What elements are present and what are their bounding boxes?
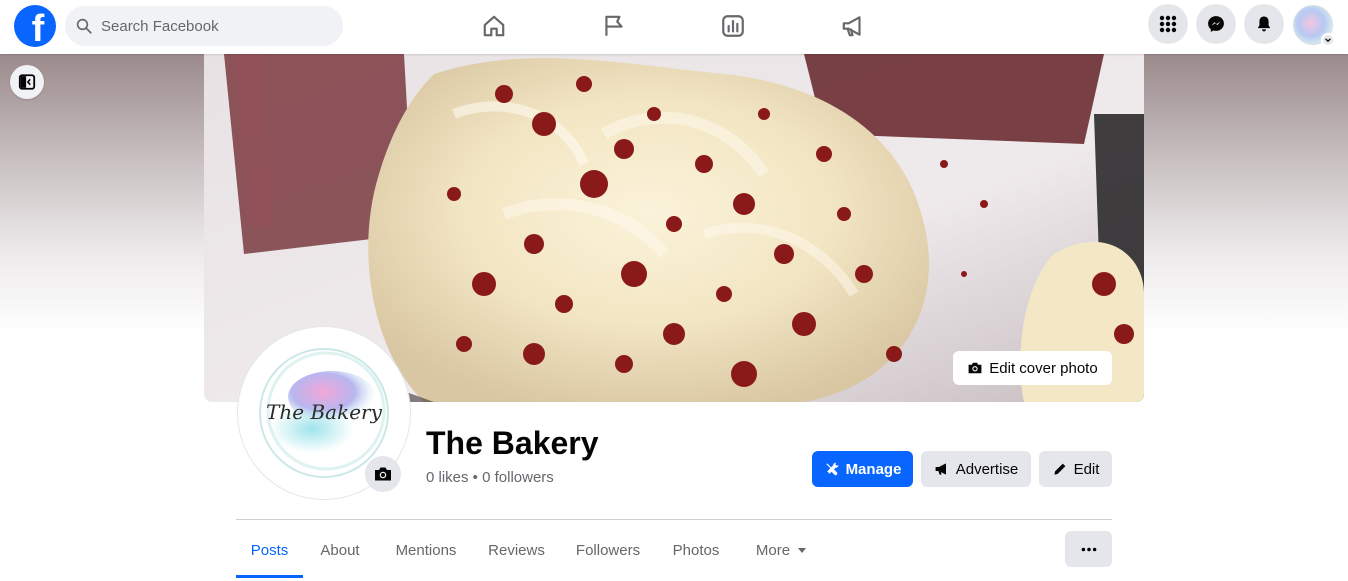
home-icon bbox=[483, 15, 505, 37]
ellipsis-icon bbox=[1081, 547, 1096, 551]
tab-mentions[interactable]: Mentions bbox=[381, 522, 471, 578]
menu-grid-icon bbox=[1159, 15, 1177, 33]
messenger-icon bbox=[1208, 16, 1224, 32]
megaphone-icon bbox=[935, 463, 946, 475]
sidebar-toggle-button[interactable] bbox=[10, 65, 44, 99]
tab-reviews[interactable]: Reviews bbox=[478, 522, 555, 578]
pencil-icon bbox=[1053, 463, 1065, 475]
bell-icon bbox=[1257, 16, 1271, 32]
nav-pages[interactable] bbox=[594, 8, 634, 44]
menu-button[interactable] bbox=[1148, 4, 1188, 44]
page-title: The Bakery bbox=[426, 425, 599, 461]
facebook-logo-letter: f bbox=[31, 8, 45, 47]
update-profile-picture-button[interactable] bbox=[365, 456, 401, 492]
tools-icon bbox=[825, 462, 838, 476]
notifications-button[interactable] bbox=[1244, 4, 1284, 44]
top-navigation-bar: f bbox=[0, 0, 1348, 54]
tab-label: Followers bbox=[575, 541, 641, 559]
bakery-logo-text: The Bakery bbox=[266, 400, 383, 424]
tab-about[interactable]: About bbox=[307, 522, 373, 578]
tab-label: Photos bbox=[672, 541, 720, 559]
account-avatar[interactable] bbox=[1293, 5, 1335, 47]
tab-label: Posts bbox=[250, 541, 289, 559]
advertise-button[interactable]: Advertise bbox=[921, 451, 1031, 487]
profile-divider bbox=[236, 519, 1112, 520]
megaphone-icon bbox=[842, 16, 861, 37]
tab-photos[interactable]: Photos bbox=[661, 522, 731, 578]
edit-cover-photo-button[interactable]: Edit cover photo bbox=[953, 351, 1112, 385]
search-bar[interactable] bbox=[65, 6, 343, 46]
insights-icon bbox=[722, 15, 744, 37]
tab-more[interactable]: More bbox=[740, 522, 824, 578]
manage-label: Manage bbox=[845, 460, 902, 478]
edit-button[interactable]: Edit bbox=[1039, 451, 1112, 487]
page-stats: 0 likes • 0 followers bbox=[426, 469, 554, 486]
edit-cover-photo-label: Edit cover photo bbox=[989, 359, 1098, 377]
facebook-logo[interactable]: f bbox=[14, 5, 56, 47]
camera-icon bbox=[375, 467, 391, 481]
search-input[interactable] bbox=[101, 17, 331, 35]
manage-button[interactable]: Manage bbox=[812, 451, 913, 487]
tab-label: Mentions bbox=[395, 541, 457, 559]
search-icon bbox=[76, 18, 92, 34]
caret-down-icon bbox=[798, 548, 807, 553]
advertise-label: Advertise bbox=[955, 460, 1019, 478]
flag-icon bbox=[605, 15, 623, 36]
tab-label: Reviews bbox=[488, 541, 545, 559]
sidebar-panel-icon bbox=[18, 74, 36, 90]
tab-followers[interactable]: Followers bbox=[564, 522, 652, 578]
camera-icon bbox=[968, 362, 982, 374]
messenger-button[interactable] bbox=[1196, 4, 1236, 44]
nav-insights[interactable] bbox=[713, 8, 753, 44]
tab-posts[interactable]: Posts bbox=[236, 522, 303, 578]
active-tab-indicator bbox=[236, 575, 303, 578]
nav-home[interactable] bbox=[474, 8, 514, 44]
chevron-down-icon bbox=[1321, 33, 1335, 47]
edit-label: Edit bbox=[1073, 460, 1100, 478]
tab-label: About bbox=[320, 541, 360, 559]
more-options-button[interactable] bbox=[1065, 531, 1112, 567]
nav-ads[interactable] bbox=[833, 8, 873, 44]
tab-label: More bbox=[755, 541, 791, 559]
